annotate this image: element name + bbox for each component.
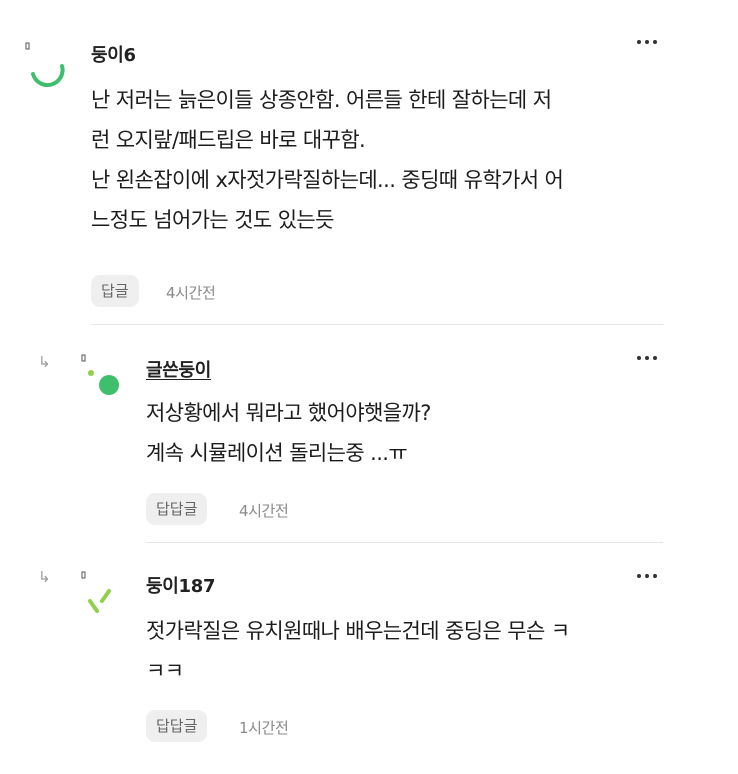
divider <box>91 324 663 325</box>
comment-line: 저상황에서 뭐라고 했어야햇을까? <box>146 401 431 425</box>
reply-button[interactable]: 답글 <box>91 275 139 307</box>
more-options-icon[interactable] <box>637 568 663 584</box>
comment-line: 난 저러는 늙은이들 상종안함. 어른들 한테 잘하는데 저 <box>91 88 552 112</box>
reply-button[interactable]: 답답글 <box>146 710 208 742</box>
comment-line: ㅋㅋ <box>146 659 184 683</box>
divider <box>146 542 663 543</box>
timestamp: 4시간전 <box>239 502 289 520</box>
comment-line: 계속 시뮬레이션 돌리는중 ...ㅠ <box>146 441 408 465</box>
reply-arrow-icon: ↳ <box>38 353 51 371</box>
more-options-icon[interactable] <box>637 350 663 366</box>
avatar-ring-graphic <box>25 42 65 88</box>
avatar[interactable] <box>76 569 124 617</box>
avatar-slash-graphic <box>81 571 111 613</box>
comment-line: 런 오지랖/패드립은 바로 대꾸함. <box>91 128 366 152</box>
reply-button[interactable]: 답답글 <box>146 493 208 525</box>
comment-line: 젓가락질은 유치원때나 배우는건데 중딩은 무슨 ㅋ <box>146 619 570 643</box>
comment-line: 난 왼손잡이에 x자젓가락질하는데... 중딩때 유학가서 어 <box>91 168 564 192</box>
avatar[interactable] <box>20 40 68 88</box>
timestamp: 1시간전 <box>239 719 289 737</box>
comment-author[interactable]: 둥이187 <box>146 572 216 598</box>
comment-body: 저상황에서 뭐라고 했어야햇을까? 계속 시뮬레이션 돌리는중 ...ㅠ <box>146 393 431 473</box>
comment-line: 느정도 넘어가는 것도 있는듯 <box>91 208 334 232</box>
comment-body: 젓가락질은 유치원때나 배우는건데 중딩은 무슨 ㅋ ㅋㅋ <box>146 611 570 691</box>
avatar-dot-graphic <box>81 354 119 395</box>
comment-author[interactable]: 둥이6 <box>91 41 136 67</box>
comment-author[interactable]: 글쓴둥이 <box>146 356 211 382</box>
timestamp: 4시간전 <box>166 284 216 302</box>
comment-body: 난 저러는 늙은이들 상종안함. 어른들 한테 잘하는데 저 런 오지랖/패드립… <box>91 80 564 240</box>
more-options-icon[interactable] <box>637 34 663 50</box>
reply-arrow-icon: ↳ <box>38 568 51 586</box>
avatar[interactable] <box>76 352 124 400</box>
